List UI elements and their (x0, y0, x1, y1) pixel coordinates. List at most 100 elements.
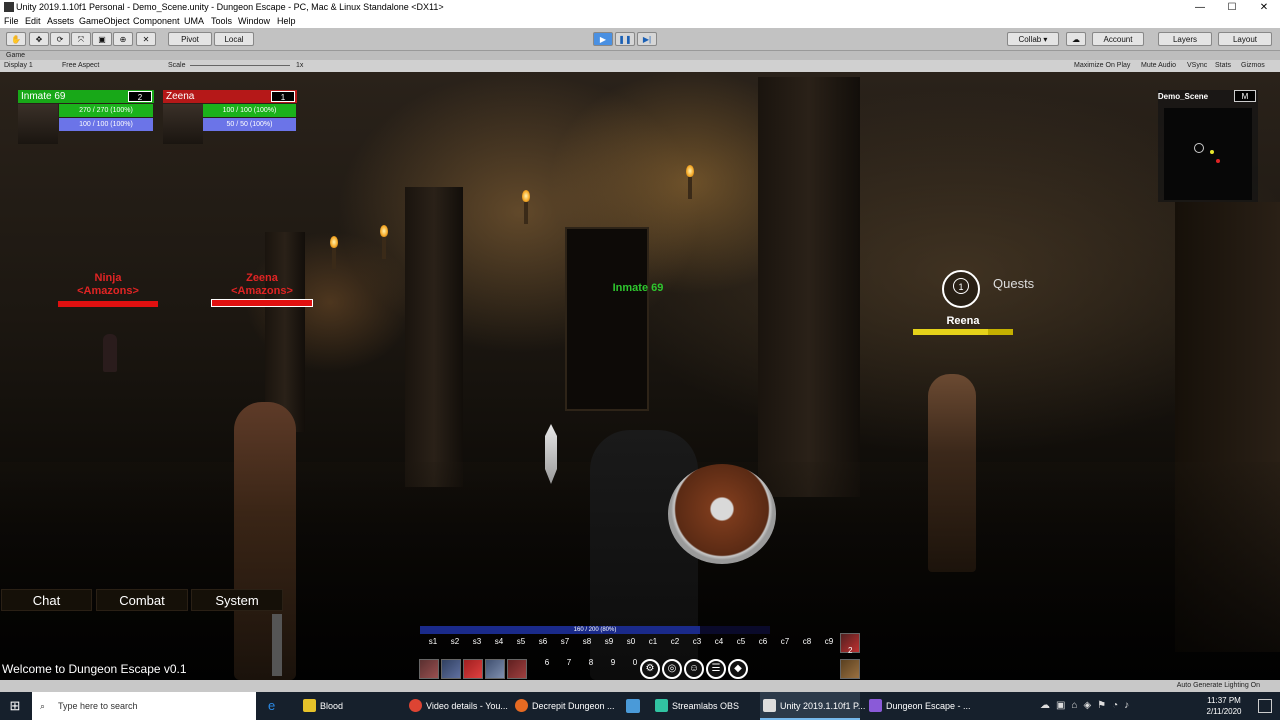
skill-strike-icon[interactable] (463, 659, 483, 679)
zeena-character[interactable] (234, 402, 296, 680)
action-slot-label[interactable]: s9 (599, 637, 619, 646)
scale-slider[interactable] (190, 65, 290, 66)
action-slot-label[interactable]: c4 (709, 637, 729, 646)
app-icon[interactable] (626, 699, 640, 713)
player-unit-frame[interactable]: Inmate 69 2 270 / 270 (100%) 100 / 100 (… (18, 90, 154, 146)
minimap[interactable]: Demo_Scene M (1158, 90, 1258, 202)
taskbar-item-blood[interactable]: Blood (300, 692, 400, 720)
action-slot-label[interactable]: s3 (467, 637, 487, 646)
action-slot-label[interactable]: c3 (687, 637, 707, 646)
scale-tool-icon[interactable]: ⤧ (71, 32, 91, 46)
action-slot-label[interactable]: c2 (665, 637, 685, 646)
transform-tool-icon[interactable]: ⊕ (113, 32, 133, 46)
game-tab-label: Game (6, 52, 26, 59)
notifications-icon[interactable] (1258, 699, 1272, 713)
settings-gear-icon[interactable]: ⚙ (640, 659, 660, 679)
vsync-toggle[interactable]: VSync (1187, 60, 1207, 72)
cloud-icon[interactable]: ☁ (1066, 32, 1086, 46)
pivot-toggle[interactable]: Pivot (168, 32, 212, 46)
taskbar-item-visual-studio[interactable]: Dungeon Escape - ... (866, 692, 971, 720)
maximize-on-play-toggle[interactable]: Maximize On Play (1074, 60, 1130, 72)
action-slot-label[interactable]: c7 (775, 637, 795, 646)
abilities-icon[interactable]: ◎ (662, 659, 682, 679)
rotate-tool-icon[interactable]: ⟳ (50, 32, 70, 46)
taskbar-item-chrome[interactable]: Video details - You... (406, 692, 508, 720)
taskbar-item-firefox[interactable]: Decrepit Dungeon ... (512, 692, 615, 720)
ninja-character[interactable] (103, 334, 117, 372)
action-slot-label[interactable]: s2 (445, 637, 465, 646)
clock-date: 2/11/2020 (1206, 707, 1242, 716)
taskbar-item-unity[interactable]: Unity 2019.1.10f1 P... (760, 692, 865, 720)
chat-message: Welcome to Dungeon Escape v0.1 (2, 662, 187, 676)
layers-button[interactable]: Layers (1158, 32, 1212, 46)
menu-edit[interactable]: Edit (25, 15, 41, 28)
mute-audio-toggle[interactable]: Mute Audio (1141, 60, 1176, 72)
quest-log-icon[interactable]: ☰ (706, 659, 726, 679)
reena-character[interactable] (928, 374, 976, 572)
action-slot-label[interactable]: c5 (731, 637, 751, 646)
action-slot-label[interactable]: c9 (819, 637, 839, 646)
account-button[interactable]: Account (1092, 32, 1144, 46)
skill-slash-icon[interactable] (419, 659, 439, 679)
action-slot-label[interactable]: s1 (423, 637, 443, 646)
play-icon[interactable]: ▶ (593, 32, 613, 46)
action-slot-label[interactable]: c1 (643, 637, 663, 646)
move-tool-icon[interactable]: ✥ (29, 32, 49, 46)
flame-icon (686, 165, 694, 177)
chat-scrollbar[interactable] (272, 614, 282, 676)
pause-icon[interactable]: ❚❚ (615, 32, 635, 46)
action-slot-label[interactable]: s0 (621, 637, 641, 646)
windows-start-icon[interactable]: ⊞ (0, 692, 30, 720)
edge-icon[interactable]: e (268, 699, 282, 713)
display-dropdown[interactable]: Display 1 (4, 60, 33, 72)
action-slot-label[interactable]: s7 (555, 637, 575, 646)
zeena-nameplate: Zeena <Amazons> (212, 272, 312, 298)
system-tray-icons[interactable]: ☁▣⌂◈⚑◔♪ (1040, 692, 1190, 720)
inventory-icon[interactable]: ◆ (728, 659, 748, 679)
target-mana-bar: 50 / 50 (100%) (203, 118, 296, 131)
hand-tool-icon[interactable]: ✋ (6, 32, 26, 46)
menu-window[interactable]: Window (238, 15, 270, 28)
custom-tool-icon[interactable]: ✕ (136, 32, 156, 46)
ninja-guild: <Amazons> (77, 285, 139, 297)
action-slot-label[interactable]: s8 (577, 637, 597, 646)
target-unit-frame[interactable]: Zeena 1 100 / 100 (100%) 50 / 50 (100%) (163, 90, 297, 146)
game-view[interactable]: Inmate 69 2 270 / 270 (100%) 100 / 100 (… (0, 72, 1280, 680)
menu-assets[interactable]: Assets (47, 15, 74, 28)
system-tab[interactable]: System (191, 589, 283, 611)
menu-component[interactable]: Component (133, 15, 180, 28)
skill-block-icon[interactable] (441, 659, 461, 679)
stats-toggle[interactable]: Stats (1215, 60, 1231, 72)
menu-file[interactable]: File (4, 15, 19, 28)
minimap-toggle-button[interactable]: M (1234, 90, 1256, 102)
taskbar-search-box[interactable]: ⌕ Type here to search (32, 692, 256, 720)
collab-button[interactable]: Collab ▾ (1007, 32, 1059, 46)
action-slot-label[interactable]: s6 (533, 637, 553, 646)
aspect-dropdown[interactable]: Free Aspect (62, 60, 99, 72)
taskbar-item-streamlabs[interactable]: Streamlabs OBS (652, 692, 752, 720)
combat-tab[interactable]: Combat (96, 589, 188, 611)
action-slot-label[interactable]: c8 (797, 637, 817, 646)
quest-giver-icon[interactable]: 1 (942, 270, 980, 308)
local-toggle[interactable]: Local (214, 32, 254, 46)
character-icon[interactable]: ☺ (684, 659, 704, 679)
action-slot-label[interactable]: c6 (753, 637, 773, 646)
skill-charge-icon[interactable] (485, 659, 505, 679)
menu-tools[interactable]: Tools (211, 15, 232, 28)
menu-uma[interactable]: UMA (184, 15, 204, 28)
gizmos-dropdown[interactable]: Gizmos (1241, 60, 1265, 72)
chat-tab[interactable]: Chat (1, 589, 92, 611)
action-slot-label[interactable]: s4 (489, 637, 509, 646)
layout-button[interactable]: Layout (1218, 32, 1272, 46)
rect-tool-icon[interactable]: ▣ (92, 32, 112, 46)
menu-gameobject[interactable]: GameObject (79, 15, 130, 28)
taskbar-clock[interactable]: 11:37 PM 2/11/2020 (1196, 695, 1252, 717)
close-button[interactable]: ✕ (1244, 0, 1280, 15)
bag-icon[interactable] (840, 659, 860, 679)
action-slot-label[interactable]: s5 (511, 637, 531, 646)
skill-rage-icon[interactable] (507, 659, 527, 679)
quest-marker-icon (1194, 143, 1204, 153)
menu-help[interactable]: Help (277, 15, 296, 28)
step-icon[interactable]: ▶| (637, 32, 657, 46)
game-tab[interactable]: Game (0, 51, 1280, 60)
